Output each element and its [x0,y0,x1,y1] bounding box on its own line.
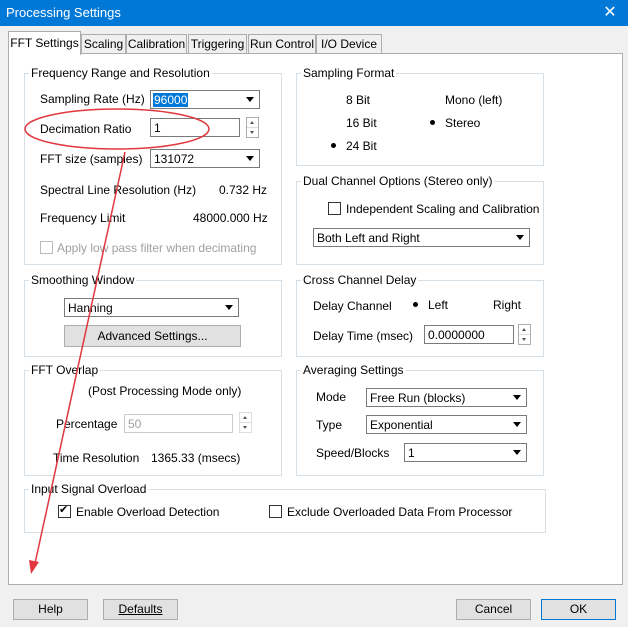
percentage-value: 50 [128,417,142,431]
fft-size-label: FFT size (samples) [40,152,143,166]
window-value: Hanning [68,301,113,315]
speed-label: Speed/Blocks [316,446,390,460]
sampling-rate-label: Sampling Rate (Hz) [40,92,145,106]
channel-value: Both Left and Right [317,231,420,245]
help-button[interactable]: Help [13,599,88,620]
radio-mono-label: Mono (left) [445,93,503,107]
independent-scaling-label: Independent Scaling and Calibration [346,202,540,216]
delay-channel-label: Delay Channel [313,299,392,313]
radio-right-label: Right [493,298,522,312]
chevron-down-icon [510,390,525,405]
enable-overload-label: Enable Overload Detection [76,505,220,519]
cross-channel-group [296,280,544,357]
cross-channel-label: Cross Channel Delay [301,273,419,287]
radio-8bit-label: 8 Bit [346,93,371,107]
frequency-group-label: Frequency Range and Resolution [29,66,212,80]
defaults-button[interactable]: Defaults [103,599,178,620]
exclude-overload-checkbox[interactable] [269,505,282,518]
decimation-input[interactable]: 1 [150,118,240,137]
overload-group-label: Input Signal Overload [29,482,149,496]
percentage-label: Percentage [56,417,118,431]
frequency-limit-label: Frequency Limit [40,211,126,225]
spin-down-icon[interactable] [247,128,258,137]
spin-down-icon[interactable] [519,335,530,344]
chevron-down-icon [510,417,525,432]
radio-mono[interactable] [427,94,438,105]
smoothing-group-label: Smoothing Window [29,273,137,287]
ok-button[interactable]: OK [541,599,616,620]
percentage-spinner[interactable] [239,412,252,433]
tab-fft-settings[interactable]: FFT Settings [8,31,81,55]
decimation-spinner[interactable] [246,117,259,138]
window-select[interactable]: Hanning [64,298,239,317]
tab-scaling[interactable]: Scaling [81,34,126,53]
sampling-rate-select[interactable]: 96000 [150,90,260,109]
tab-run-control[interactable]: Run Control [248,34,316,53]
speed-value: 1 [408,446,415,460]
mode-select[interactable]: Free Run (blocks) [366,388,527,407]
radio-8bit[interactable] [328,94,339,105]
spin-up-icon[interactable] [519,325,530,335]
radio-stereo[interactable] [427,117,438,128]
type-select[interactable]: Exponential [366,415,527,434]
time-resolution-value: 1365.33 (msecs) [151,451,241,465]
time-resolution-label: Time Resolution [53,451,140,465]
type-value: Exponential [370,418,433,432]
close-icon[interactable]: ✕ [600,3,620,23]
delay-time-value: 0.0000000 [428,328,485,342]
spectral-resolution-value: 0.732 Hz [219,183,268,197]
radio-stereo-label: Stereo [445,116,481,130]
radio-24bit-label: 24 Bit [346,139,377,153]
tab-triggering[interactable]: Triggering [188,34,247,53]
frequency-limit-value: 48000.000 Hz [193,211,268,225]
percentage-input[interactable]: 50 [124,414,233,433]
averaging-label: Averaging Settings [301,363,406,377]
mode-value: Free Run (blocks) [370,391,466,405]
mode-label: Mode [316,390,347,404]
chevron-down-icon [243,151,258,166]
radio-16bit-label: 16 Bit [346,116,377,130]
delay-time-spinner[interactable] [518,324,531,345]
window-title: Processing Settings [6,5,121,20]
chevron-down-icon [513,230,528,245]
radio-right[interactable] [476,299,487,310]
lowpass-checkbox[interactable] [40,241,53,254]
radio-16bit[interactable] [328,117,339,128]
chevron-down-icon [222,300,237,315]
tab-io-device[interactable]: I/O Device [316,34,382,53]
exclude-overload-label: Exclude Overloaded Data From Processor [287,505,513,519]
spectral-resolution-label: Spectral Line Resolution (Hz) [40,183,197,197]
radio-left-label: Left [428,298,449,312]
overlap-note: (Post Processing Mode only) [88,384,242,398]
spin-up-icon[interactable] [247,118,258,128]
delay-time-label: Delay Time (msec) [313,329,414,343]
fft-size-select[interactable]: 131072 [150,149,260,168]
title-bar: Processing Settings ✕ [0,0,628,26]
lowpass-label: Apply low pass filter when decimating [57,241,257,255]
fft-overlap-label: FFT Overlap [29,363,101,377]
channel-select[interactable]: Both Left and Right [313,228,530,247]
spin-up-icon[interactable] [240,413,251,423]
spin-down-icon[interactable] [240,423,251,432]
chevron-down-icon [510,445,525,460]
sampling-format-label: Sampling Format [301,66,397,80]
radio-24bit[interactable] [328,140,339,151]
type-label: Type [316,418,343,432]
delay-time-input[interactable]: 0.0000000 [424,325,514,344]
dual-channel-group [296,181,544,265]
decimation-label: Decimation Ratio [40,122,132,136]
independent-scaling-checkbox[interactable] [328,202,341,215]
speed-select[interactable]: 1 [404,443,527,462]
dual-channel-label: Dual Channel Options (Stereo only) [301,174,495,188]
radio-left[interactable] [410,299,421,310]
sampling-rate-value: 96000 [153,93,189,107]
cancel-button[interactable]: Cancel [456,599,531,620]
fft-size-value: 131072 [154,152,195,166]
tab-calibration[interactable]: Calibration [126,34,187,53]
enable-overload-checkbox[interactable] [58,503,71,518]
advanced-settings-button[interactable]: Advanced Settings... [64,325,241,347]
chevron-down-icon [243,92,258,107]
decimation-value: 1 [154,121,161,135]
